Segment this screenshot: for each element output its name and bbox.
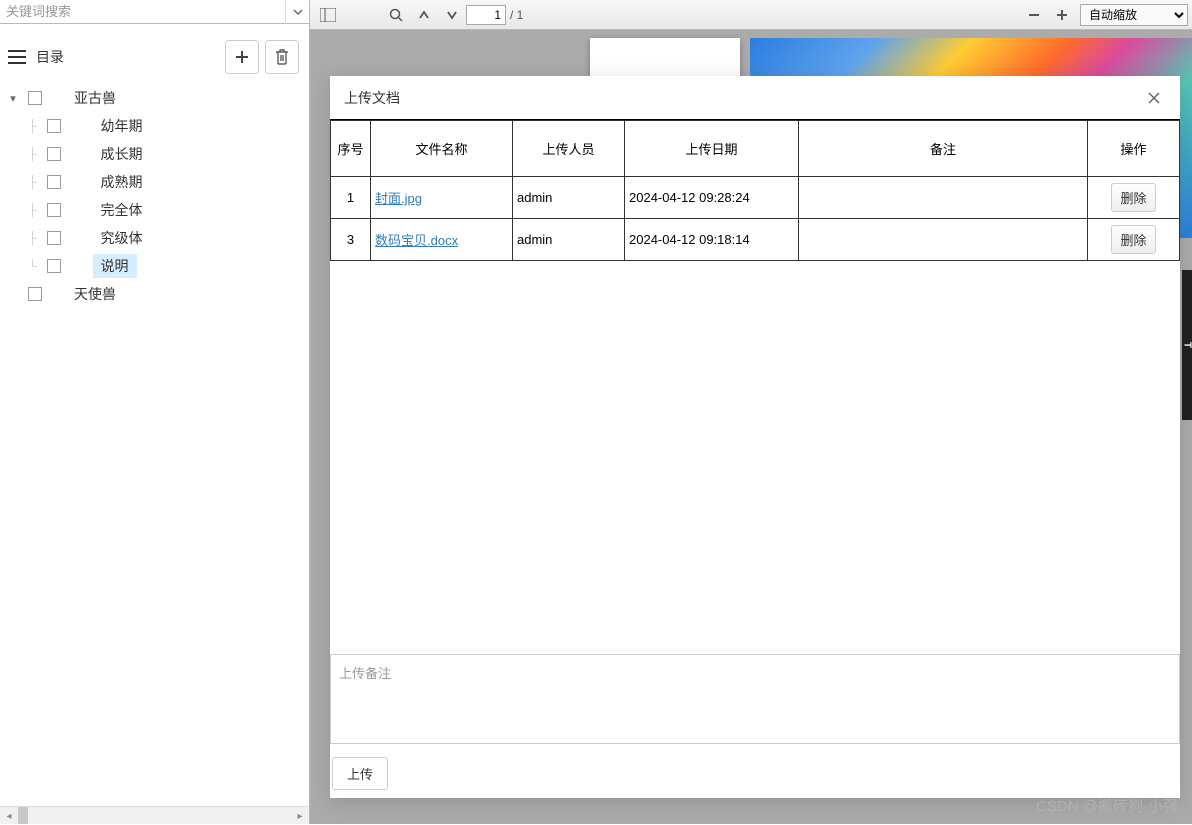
delete-button[interactable] — [265, 40, 299, 74]
search-row — [0, 0, 309, 24]
modal-title: 上传文档 — [344, 88, 1142, 108]
tree-checkbox[interactable] — [47, 231, 61, 245]
cell-op: 删除 — [1088, 219, 1180, 261]
tree-line-icon: ├ — [28, 147, 37, 161]
col-seq: 序号 — [331, 121, 371, 177]
tree-node[interactable]: └ 说明 — [0, 252, 309, 280]
hamburger-icon[interactable] — [8, 50, 26, 64]
close-button[interactable] — [1142, 86, 1166, 110]
col-op: 操作 — [1088, 121, 1180, 177]
tree-label: 亚古兽 — [66, 86, 124, 110]
add-button[interactable] — [225, 40, 259, 74]
modal-body: 序号 文件名称 上传人员 上传日期 备注 操作 1 封面.jpg admin 2… — [330, 120, 1180, 653]
modal-header: 上传文档 — [330, 76, 1180, 120]
find-button[interactable] — [383, 2, 409, 28]
file-table: 序号 文件名称 上传人员 上传日期 备注 操作 1 封面.jpg admin 2… — [330, 120, 1180, 261]
tree-line-icon: ├ — [28, 203, 37, 217]
prev-page-button[interactable] — [411, 2, 437, 28]
page-input[interactable] — [466, 5, 506, 25]
toggle-sidebar-button[interactable] — [315, 2, 341, 28]
sidebar: 目录 ▾ 亚古兽 ├ 幼年期 ├ 成长期 ├ 成熟期 ├ — [0, 0, 310, 824]
tree-checkbox[interactable] — [47, 203, 61, 217]
zoom-select[interactable]: 自动缩放 — [1080, 4, 1188, 26]
tree-checkbox[interactable] — [47, 259, 61, 273]
table-header-row: 序号 文件名称 上传人员 上传日期 备注 操作 — [331, 121, 1180, 177]
cell-date: 2024-04-12 09:28:24 — [625, 177, 799, 219]
cell-name: 数码宝贝.docx — [371, 219, 513, 261]
tree-collapse-icon[interactable]: ▾ — [6, 91, 20, 105]
tree-checkbox[interactable] — [28, 287, 42, 301]
tree-checkbox[interactable] — [28, 91, 42, 105]
tree-line-icon — [6, 287, 20, 301]
cell-date: 2024-04-12 09:18:14 — [625, 219, 799, 261]
cell-note — [799, 219, 1088, 261]
tree-checkbox[interactable] — [47, 147, 61, 161]
tree-line-icon: └ — [28, 259, 37, 273]
tree-label: 成熟期 — [93, 170, 151, 194]
tree-label: 究级体 — [93, 226, 151, 250]
scroll-left-icon[interactable]: ◂ — [0, 807, 18, 825]
tree-node[interactable]: ├ 究级体 — [0, 224, 309, 252]
tree-node[interactable]: ├ 完全体 — [0, 196, 309, 224]
scroll-right-icon[interactable]: ▸ — [291, 807, 309, 825]
scroll-thumb[interactable] — [18, 807, 28, 824]
file-link[interactable]: 数码宝贝.docx — [375, 233, 458, 248]
cell-op: 删除 — [1088, 177, 1180, 219]
file-link[interactable]: 封面.jpg — [375, 191, 422, 206]
cell-seq: 3 — [331, 219, 371, 261]
cell-user: admin — [513, 219, 625, 261]
tree-node[interactable]: ├ 幼年期 — [0, 112, 309, 140]
tree-node[interactable]: ├ 成长期 — [0, 140, 309, 168]
tree-label: 完全体 — [93, 198, 151, 222]
cell-user: admin — [513, 177, 625, 219]
cell-seq: 1 — [331, 177, 371, 219]
delete-row-button[interactable]: 删除 — [1111, 183, 1155, 212]
cell-name: 封面.jpg — [371, 177, 513, 219]
page-total: / 1 — [510, 8, 523, 22]
tree-label: 天使兽 — [66, 282, 124, 306]
search-toggle[interactable] — [285, 0, 309, 24]
tree-line-icon: ├ — [28, 175, 37, 189]
sidebar-hscroll[interactable]: ◂ ▸ — [0, 806, 309, 824]
zoom-in-button[interactable] — [1049, 2, 1075, 28]
catalog-title: 目录 — [36, 47, 219, 67]
next-page-button[interactable] — [439, 2, 465, 28]
upload-row: 上传 — [330, 749, 1180, 798]
tree-label: 成长期 — [93, 142, 151, 166]
table-row: 1 封面.jpg admin 2024-04-12 09:28:24 删除 — [331, 177, 1180, 219]
document-strip: T — [1182, 270, 1192, 420]
tree-label: 幼年期 — [93, 114, 151, 138]
upload-modal: 上传文档 序号 文件名称 上传人员 上传日期 备注 操作 — [330, 76, 1180, 798]
tree-node[interactable]: ├ 成熟期 — [0, 168, 309, 196]
tree-line-icon: ├ — [28, 231, 37, 245]
delete-row-button[interactable]: 删除 — [1111, 225, 1155, 254]
upload-button[interactable]: 上传 — [332, 757, 388, 790]
upload-note-textarea[interactable] — [330, 654, 1180, 744]
tree-node[interactable]: ▾ 亚古兽 — [0, 84, 309, 112]
zoom-out-button[interactable] — [1021, 2, 1047, 28]
cell-note — [799, 177, 1088, 219]
tree-node[interactable]: 天使兽 — [0, 280, 309, 308]
catalog-tree: ▾ 亚古兽 ├ 幼年期 ├ 成长期 ├ 成熟期 ├ 完全体 ├ 究级体 — [0, 84, 309, 308]
tree-label: 说明 — [93, 254, 137, 278]
col-name: 文件名称 — [371, 121, 513, 177]
catalog-header: 目录 — [0, 24, 309, 84]
tree-line-icon: ├ — [28, 119, 37, 133]
tree-checkbox[interactable] — [47, 119, 61, 133]
viewer-toolbar: / 1 自动缩放 — [310, 0, 1192, 30]
col-user: 上传人员 — [513, 121, 625, 177]
col-note: 备注 — [799, 121, 1088, 177]
tree-checkbox[interactable] — [47, 175, 61, 189]
table-row: 3 数码宝贝.docx admin 2024-04-12 09:18:14 删除 — [331, 219, 1180, 261]
col-date: 上传日期 — [625, 121, 799, 177]
search-input[interactable] — [0, 0, 285, 23]
modal-footer: 上传 — [330, 653, 1180, 798]
